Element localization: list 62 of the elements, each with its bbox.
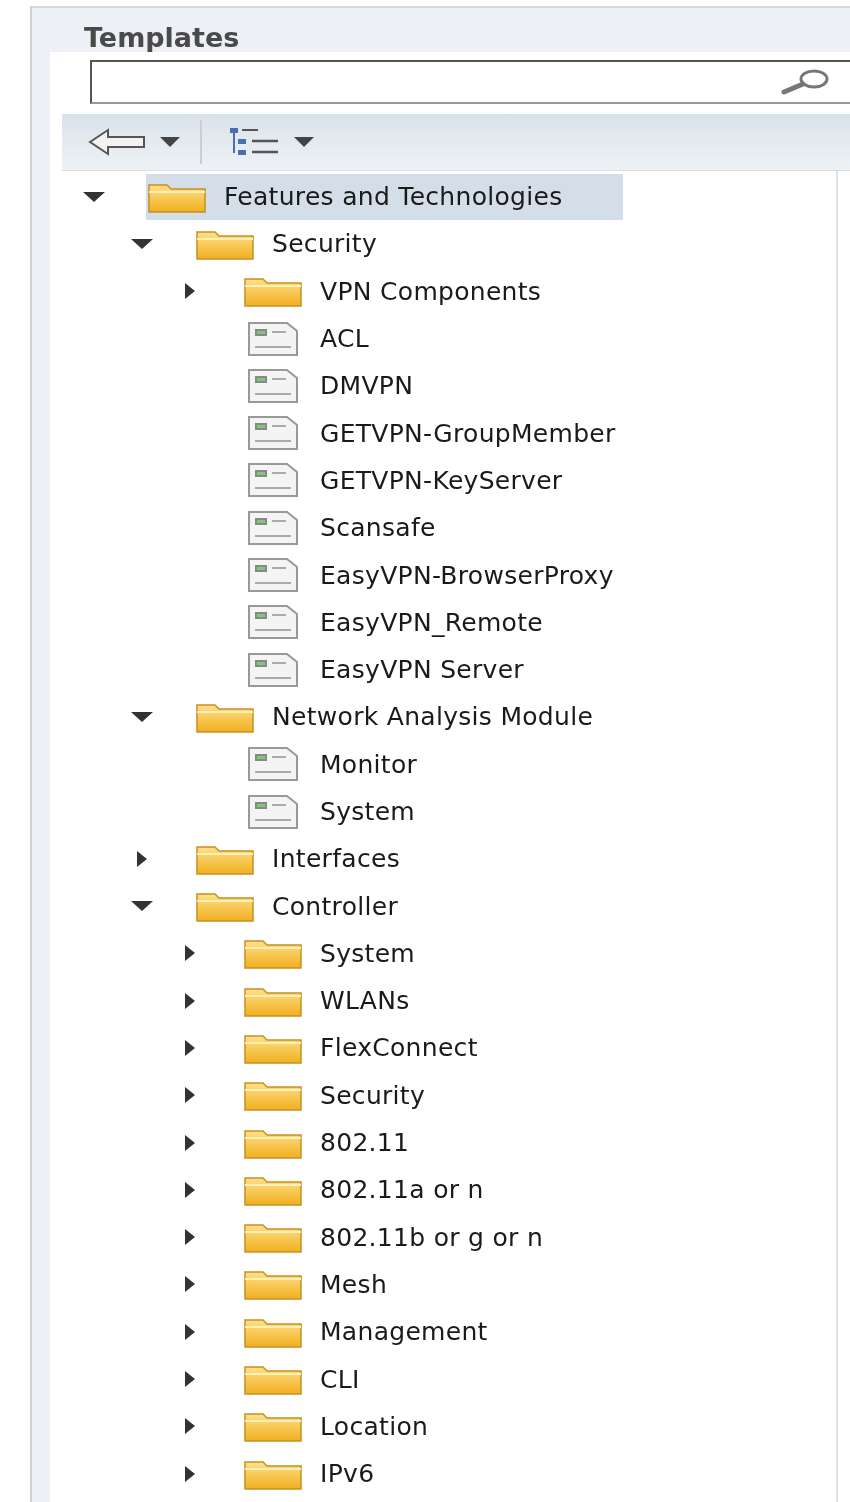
panel-title: Templates xyxy=(83,21,240,52)
right-triangle-icon xyxy=(185,1134,195,1151)
right-triangle-icon xyxy=(185,1323,195,1340)
right-triangle-icon xyxy=(185,1418,195,1435)
tree-item[interactable]: 802.11a or n xyxy=(242,1166,544,1213)
caret-icon xyxy=(294,137,314,147)
right-triangle-icon xyxy=(185,1087,195,1104)
right-triangle-icon xyxy=(185,1276,195,1293)
tree-item[interactable]: 802.11b or g or n xyxy=(242,1214,604,1261)
right-triangle-icon xyxy=(185,1181,195,1198)
tree-item[interactable]: EasyVPN_Remote xyxy=(242,599,603,646)
tree-item[interactable]: Management xyxy=(242,1308,548,1355)
tree-item[interactable]: Interfaces xyxy=(194,835,460,882)
down-triangle-icon xyxy=(131,901,153,912)
search-field[interactable] xyxy=(90,60,850,104)
right-triangle-icon xyxy=(185,945,195,962)
search-icon xyxy=(780,69,830,95)
tree-item[interactable]: Scansafe xyxy=(242,504,496,551)
right-triangle-icon xyxy=(185,1040,195,1056)
tree-item[interactable]: EasyVPN Server xyxy=(242,646,584,693)
right-triangle-icon xyxy=(185,992,195,1009)
folder-icon xyxy=(244,1268,302,1301)
folder-icon xyxy=(244,937,302,970)
tree-item[interactable]: EasyVPN-BrowserProxy xyxy=(242,552,674,598)
folder-icon xyxy=(244,1079,302,1112)
tree-item[interactable]: System xyxy=(242,930,476,977)
right-triangle-icon xyxy=(185,283,195,300)
tree-item[interactable]: DMVPN xyxy=(242,362,474,409)
caret-icon xyxy=(160,137,180,147)
down-triangle-icon xyxy=(131,238,153,249)
tree-item[interactable]: Features and Technologies xyxy=(146,173,623,220)
tree-item[interactable]: Network Analysis Module xyxy=(194,693,654,740)
tree-item[interactable]: Location xyxy=(242,1403,489,1450)
down-triangle-icon xyxy=(83,191,105,202)
tree-item[interactable]: Monitor xyxy=(242,741,478,788)
tree-item[interactable]: Security xyxy=(194,220,438,267)
folder-icon xyxy=(196,890,254,923)
tree-item[interactable]: 802.11 xyxy=(242,1119,470,1166)
tree-item[interactable]: GETVPN-KeyServer xyxy=(242,457,623,504)
back-arrow-icon xyxy=(88,128,146,156)
folder-icon xyxy=(244,1363,302,1396)
tree-item[interactable]: Controller xyxy=(194,883,458,930)
tree-item[interactable]: CLI xyxy=(242,1356,420,1403)
folder-icon xyxy=(244,1032,302,1064)
tree-item[interactable]: Mesh xyxy=(242,1261,448,1308)
tree-item[interactable]: WLANs xyxy=(242,977,470,1024)
tree-item[interactable]: IPv6 xyxy=(242,1450,435,1497)
folder-icon xyxy=(244,275,302,308)
tree-item[interactable]: VPN Components xyxy=(242,268,602,315)
right-triangle-icon xyxy=(185,1229,195,1246)
tree-item[interactable]: ACL xyxy=(242,315,429,362)
folder-icon xyxy=(244,1410,302,1443)
right-triangle-icon xyxy=(185,1465,195,1482)
down-triangle-icon xyxy=(131,711,153,722)
right-triangle-icon xyxy=(137,850,147,867)
tree-item[interactable]: System xyxy=(242,788,476,835)
tree-view-icon xyxy=(228,127,280,157)
tree-item[interactable]: Security xyxy=(242,1072,486,1119)
tree-item[interactable]: FlexConnect xyxy=(242,1025,538,1071)
folder-icon xyxy=(244,1221,302,1254)
right-triangle-icon xyxy=(185,1371,195,1388)
tree-item[interactable]: GETVPN-GroupMember xyxy=(242,410,676,457)
